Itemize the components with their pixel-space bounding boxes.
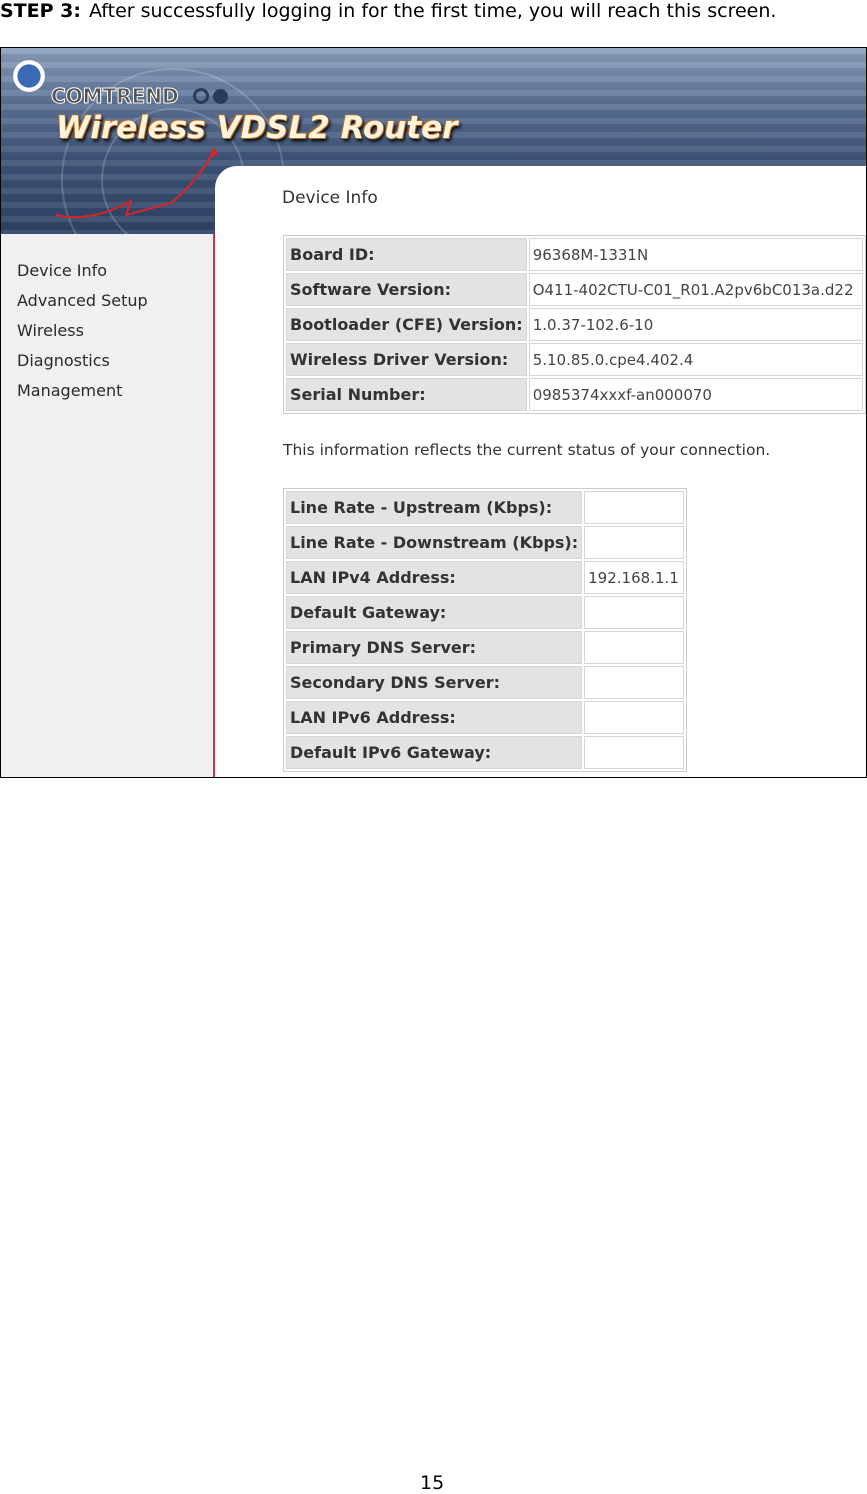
logo-dots	[193, 88, 232, 108]
row-value: O411-402CTU-C01_R01.A2pv6bC013a.d22	[528, 273, 863, 306]
sidebar-nav: Device Info Advanced Setup Wireless Diag…	[17, 260, 148, 410]
comtrend-logo-icon	[9, 56, 49, 96]
sidebar-item-diagnostics[interactable]: Diagnostics	[17, 350, 148, 380]
row-value	[584, 491, 685, 524]
status-note: This information reflects the current st…	[283, 441, 771, 459]
sidebar-item-management[interactable]: Management	[17, 380, 148, 410]
page-title: Device Info	[282, 188, 378, 208]
sidebar-item-advanced-setup[interactable]: Advanced Setup	[17, 290, 148, 320]
row-label: Wireless Driver Version:	[286, 343, 527, 376]
row-value	[584, 701, 685, 734]
row-value: 5.10.85.0.cpe4.402.4	[528, 343, 863, 376]
sidebar: Device Info Advanced Setup Wireless Diag…	[1, 234, 215, 777]
row-value: 192.168.1.1	[584, 561, 685, 594]
red-arrow-icon	[55, 147, 218, 219]
step-text: After successfully logging in for the fi…	[88, 0, 777, 22]
table-row: LAN IPv4 Address: 192.168.1.1	[286, 561, 685, 594]
row-label: LAN IPv4 Address:	[286, 561, 583, 594]
table-row: Board ID: 96368M-1331N	[286, 238, 863, 271]
row-label: LAN IPv6 Address:	[286, 701, 583, 734]
brand-logo: COMTREND	[51, 84, 180, 109]
row-value	[584, 736, 685, 769]
row-label: Default IPv6 Gateway:	[286, 736, 583, 769]
row-value	[584, 526, 685, 559]
table-row: Primary DNS Server:	[286, 631, 685, 664]
sidebar-item-device-info[interactable]: Device Info	[17, 260, 148, 290]
page-number: 15	[420, 1472, 445, 1494]
row-value	[584, 596, 685, 629]
row-label: Serial Number:	[286, 378, 527, 411]
table-row: Wireless Driver Version: 5.10.85.0.cpe4.4…	[286, 343, 863, 376]
product-title: Wireless VDSL2 Router	[56, 110, 458, 146]
table-row: Serial Number: 0985374xxxf-an000070	[286, 378, 863, 411]
row-value: 1.0.37-102.6-10	[528, 308, 863, 341]
content-panel: Device Info Board ID: 96368M-1331N Softwa…	[215, 166, 866, 777]
row-label: Default Gateway:	[286, 596, 583, 629]
table-row: Bootloader (CFE) Version: 1.0.37-102.6-10	[286, 308, 863, 341]
table-row: Line Rate - Downstream (Kbps):	[286, 526, 685, 559]
row-value	[584, 631, 685, 664]
row-label: Line Rate - Downstream (Kbps):	[286, 526, 583, 559]
row-label: Bootloader (CFE) Version:	[286, 308, 527, 341]
table-row: Default IPv6 Gateway:	[286, 736, 685, 769]
step-label: STEP 3:	[0, 0, 81, 22]
row-label: Software Version:	[286, 273, 527, 306]
table-row: Line Rate - Upstream (Kbps):	[286, 491, 685, 524]
table-row: LAN IPv6 Address:	[286, 701, 685, 734]
table-row: Software Version: O411-402CTU-C01_R01.A2p…	[286, 273, 863, 306]
row-label: Line Rate - Upstream (Kbps):	[286, 491, 583, 524]
row-label: Primary DNS Server:	[286, 631, 583, 664]
router-screenshot: COMTREND Wireless VDSL2 Router Device In…	[0, 47, 867, 778]
row-value	[584, 666, 685, 699]
step-instruction: STEP 3: After successfully logging in for…	[0, 0, 776, 22]
table-row: Secondary DNS Server:	[286, 666, 685, 699]
device-info-table: Board ID: 96368M-1331N Software Version: O…	[283, 235, 866, 414]
row-value: 96368M-1331N	[528, 238, 863, 271]
connection-status-table: Line Rate - Upstream (Kbps): Line Rate -…	[283, 488, 688, 772]
table-row: Default Gateway:	[286, 596, 685, 629]
row-label: Board ID:	[286, 238, 527, 271]
sidebar-item-wireless[interactable]: Wireless	[17, 320, 148, 350]
row-label: Secondary DNS Server:	[286, 666, 583, 699]
row-value: 0985374xxxf-an000070	[528, 378, 863, 411]
